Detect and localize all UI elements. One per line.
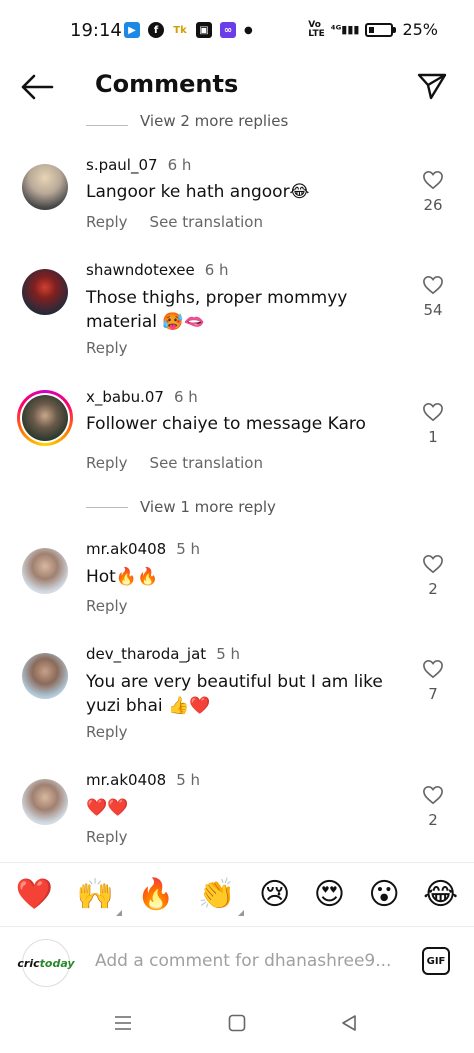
volte-icon: Vo LTE	[308, 19, 325, 39]
home-icon[interactable]	[228, 1014, 246, 1032]
emoji-surprised-button[interactable]: 😮	[368, 879, 399, 910]
heart-icon[interactable]	[422, 170, 444, 190]
avatar[interactable]	[22, 653, 68, 699]
comment-username[interactable]: mr.ak0408	[86, 771, 166, 789]
facebook-icon: f	[148, 22, 164, 38]
comment-text: You are very beautiful but I am like yuz…	[86, 672, 383, 716]
comment-time: 5 h	[176, 771, 201, 789]
my-avatar: cric today	[17, 939, 75, 987]
see-translation-button[interactable]: See translation	[150, 213, 263, 231]
comment-username[interactable]: s.paul_07	[86, 156, 158, 174]
app-notification-icon: Tk	[172, 22, 188, 38]
status-right: Vo LTE ⁴ᴳ▮▮▮ 25%	[308, 20, 438, 39]
avatar-logo-text: cric	[17, 956, 40, 970]
app-notification-icon-2: ▣	[196, 22, 212, 38]
avatar	[22, 395, 68, 441]
emoji-fire-button[interactable]: 🔥	[137, 879, 174, 910]
divider	[86, 506, 128, 508]
emoji-raised-hands-button[interactable]: 🙌	[76, 876, 122, 916]
comment-text: Follower chaiye to message Karo	[86, 414, 366, 434]
avatar-story-ring[interactable]	[17, 390, 73, 446]
system-nav-bar	[0, 998, 474, 1053]
comment-time: 6 h	[204, 261, 229, 279]
battery-icon	[365, 22, 394, 37]
comment-username[interactable]: dev_tharoda_jat	[86, 645, 206, 663]
heart-icon[interactable]	[422, 402, 444, 422]
send-icon[interactable]	[416, 70, 448, 102]
video-app-icon: ▶	[124, 22, 140, 38]
header: Comments	[0, 62, 474, 112]
reply-button[interactable]: Reply	[86, 339, 128, 357]
like-count: 7	[428, 685, 438, 703]
comment-username[interactable]: shawndotexee	[86, 261, 195, 279]
reply-button[interactable]: Reply	[86, 828, 128, 846]
back-icon[interactable]	[340, 1014, 358, 1032]
emoji-clap-button[interactable]: 👏	[198, 876, 244, 916]
avatar-logo-text-accent: today	[39, 956, 75, 970]
comment-input[interactable]	[95, 951, 395, 971]
avatar[interactable]	[22, 269, 68, 315]
app-notification-icon-3: ∞	[220, 22, 236, 38]
comment-text: Those thighs, proper mommyy material 🥵🫦	[86, 288, 348, 332]
heart-icon[interactable]	[422, 554, 444, 574]
heart-icon[interactable]	[422, 785, 444, 805]
comment-text: Langoor ke hath angoor😂	[86, 182, 310, 202]
comment-time: 6 h	[173, 388, 198, 406]
emoji-heart-button[interactable]: ❤️	[16, 879, 53, 910]
comment-username[interactable]: mr.ak0408	[86, 540, 166, 558]
recents-icon[interactable]	[114, 1014, 132, 1032]
like-count: 2	[428, 811, 438, 829]
comment-time: 5 h	[216, 645, 241, 663]
emoji-glyph: 🙌	[76, 876, 114, 912]
view-more-replies[interactable]: View 1 more reply	[86, 498, 276, 516]
like-count: 26	[423, 196, 443, 214]
comment-time: 5 h	[176, 540, 201, 558]
comment-composer: crictoday GIF	[0, 926, 474, 998]
status-bar: 19:14 ▶ f Tk ▣ ∞ ● Vo LTE ⁴ᴳ▮▮▮ 25%	[0, 0, 474, 62]
status-time: 19:14	[70, 20, 122, 41]
emoji-reaction-bar: ❤️ 🙌 🔥 👏 😢 😍 😮 😂	[0, 862, 474, 926]
avatar[interactable]	[22, 548, 68, 594]
view-replies-label[interactable]: View 2 more replies	[140, 114, 288, 130]
signal-icon: ⁴ᴳ▮▮▮	[330, 23, 360, 36]
page-title: Comments	[95, 70, 239, 98]
skin-tone-indicator	[237, 909, 244, 916]
view-more-replies-top[interactable]: View 2 more replies	[86, 114, 288, 136]
heart-icon[interactable]	[422, 275, 444, 295]
emoji-laughing-button[interactable]: 😂	[423, 879, 458, 910]
emoji-glyph: 👏	[198, 876, 236, 912]
gif-button[interactable]: GIF	[422, 947, 450, 975]
reply-button[interactable]: Reply	[86, 597, 128, 615]
skin-tone-indicator	[115, 909, 122, 916]
heart-icon[interactable]	[422, 659, 444, 679]
like-count: 54	[423, 301, 443, 319]
more-dot-icon: ●	[244, 24, 253, 36]
reply-button[interactable]: Reply	[86, 723, 128, 741]
emoji-heart-eyes-button[interactable]: 😍	[314, 879, 345, 910]
reply-button[interactable]: Reply	[86, 213, 128, 231]
emoji-crying-button[interactable]: 😢	[259, 879, 290, 910]
back-arrow-icon[interactable]	[20, 74, 54, 100]
battery-percent: 25%	[402, 20, 438, 39]
view-more-replies-label[interactable]: View 1 more reply	[140, 498, 276, 516]
see-translation-button[interactable]: See translation	[150, 454, 263, 472]
like-count: 1	[428, 428, 438, 446]
comment-username[interactable]: x_babu.07	[86, 388, 164, 406]
reply-button[interactable]: Reply	[86, 454, 128, 472]
notification-icons: ▶ f Tk ▣ ∞ ●	[124, 22, 253, 38]
comment-time: 6 h	[167, 156, 192, 174]
battery-tip	[393, 26, 397, 33]
like-count: 2	[428, 580, 438, 598]
divider	[86, 124, 128, 126]
avatar[interactable]	[22, 164, 68, 210]
avatar[interactable]	[22, 779, 68, 825]
comment-text: Hot🔥🔥	[86, 567, 159, 587]
comment-text: ❤️❤️	[86, 798, 129, 818]
